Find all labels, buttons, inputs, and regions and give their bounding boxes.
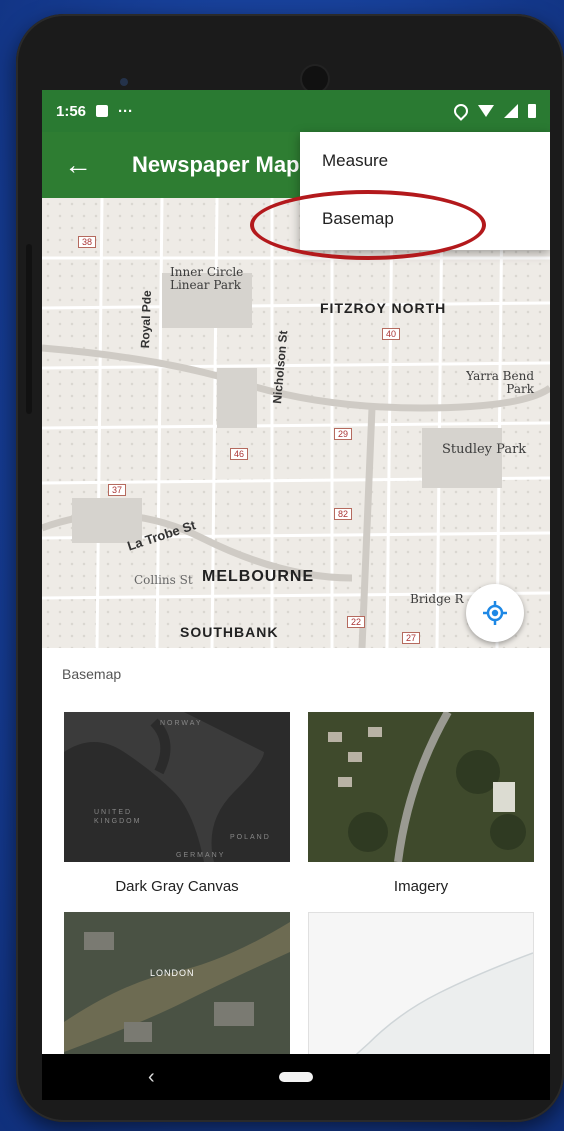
earpiece-speaker — [302, 66, 328, 92]
wifi-icon — [478, 105, 494, 117]
location-icon — [451, 101, 471, 121]
imagery-shapes — [308, 712, 534, 862]
power-button — [26, 244, 32, 414]
menu-item-measure[interactable]: Measure — [300, 132, 550, 190]
dark-map-label: UNITED KINGDOM — [94, 809, 142, 825]
route-shield: 22 — [347, 616, 366, 628]
map-label-bridge: Bridge R — [410, 592, 464, 606]
map-label-yarra-bend: Yarra Bend Park — [466, 369, 534, 396]
sheet-title: Basemap — [62, 666, 122, 682]
more-notifications-icon: ··· — [118, 102, 134, 120]
route-shield: 37 — [108, 484, 127, 496]
imagery-thumbnail — [308, 712, 534, 862]
nav-back-icon[interactable]: ‹ — [148, 1066, 155, 1089]
front-camera — [120, 78, 128, 86]
route-shield: 40 — [382, 328, 401, 340]
basemap-tile-imagery[interactable]: Imagery — [308, 712, 534, 895]
map-label-collins: Collins St — [134, 573, 193, 587]
map-label-inner-circle: Inner Circle Linear Park — [170, 265, 244, 292]
map-label-royal-pde: Royal Pde — [138, 290, 155, 349]
cell-signal-icon — [504, 104, 518, 118]
route-shield: 38 — [78, 236, 97, 248]
tile-label: Imagery — [393, 878, 449, 895]
my-location-icon — [483, 601, 507, 625]
city-imagery-shapes — [64, 912, 290, 1062]
city-map-label: LONDON — [150, 968, 195, 978]
locate-button[interactable] — [466, 584, 524, 642]
map-label-fitzroy-north: FITZROY NORTH — [320, 300, 447, 316]
map-label-southbank: SOUTHBANK — [180, 624, 279, 640]
basemap-tile-light-gray[interactable] — [308, 912, 534, 1062]
device-screen: 1:56 ··· ← Newspaper Map Inner Circle Li… — [42, 90, 550, 1100]
map-label-melbourne: MELBOURNE — [202, 568, 315, 585]
status-bar: 1:56 ··· — [42, 90, 550, 132]
dark-map-label: POLAND — [230, 834, 271, 841]
route-shield: 82 — [334, 508, 353, 520]
city-imagery-thumbnail: LONDON — [64, 912, 290, 1062]
map-label-studley-park: Studley Park — [442, 442, 527, 457]
battery-icon — [528, 104, 536, 118]
route-shield: 46 — [230, 448, 249, 460]
system-nav-bar: ‹ — [42, 1054, 550, 1100]
tile-label: Dark Gray Canvas — [115, 878, 239, 895]
light-map-shapes — [309, 913, 533, 1061]
arrow-back-icon[interactable]: ← — [64, 151, 104, 179]
map-view[interactable]: Inner Circle Linear Park FITZROY NORTH R… — [42, 198, 550, 734]
dark-map-label: NORWAY — [160, 720, 203, 727]
app-title: Newspaper Map — [132, 152, 300, 177]
light-gray-thumbnail — [308, 912, 534, 1062]
route-shield: 27 — [402, 632, 421, 644]
dark-gray-thumbnail: NORWAY UNITED KINGDOM POLAND GERMANY — [64, 712, 290, 862]
overflow-menu: Measure Basemap — [300, 132, 550, 250]
image-notification-icon — [96, 105, 109, 117]
basemap-sheet: Basemap NORWAY UNITED KINGDOM POLAND GER… — [42, 648, 550, 1098]
dark-map-label: GERMANY — [176, 852, 226, 859]
route-shield: 29 — [334, 428, 353, 440]
status-time: 1:56 — [56, 102, 87, 120]
basemap-tile-imagery-labels[interactable]: LONDON — [64, 912, 290, 1062]
basemap-tile-dark-gray[interactable]: NORWAY UNITED KINGDOM POLAND GERMANY Dar… — [64, 712, 290, 895]
nav-home-icon[interactable] — [279, 1072, 313, 1082]
menu-item-basemap[interactable]: Basemap — [300, 190, 550, 248]
